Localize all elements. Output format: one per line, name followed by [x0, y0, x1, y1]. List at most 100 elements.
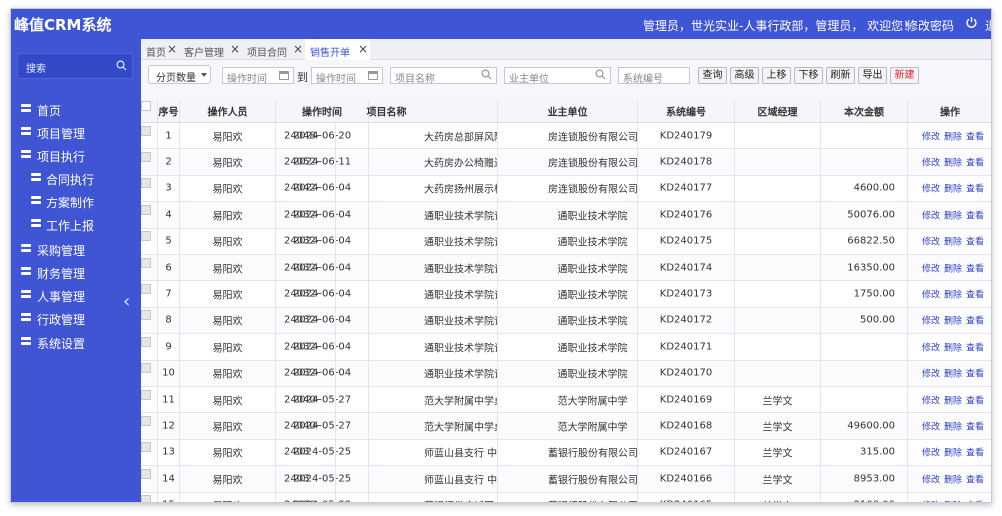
delete-link[interactable]: 删除	[944, 288, 962, 301]
delete-link[interactable]: 删除	[944, 499, 962, 503]
sidebar-item-1[interactable]: 项目管理	[11, 122, 141, 142]
view-link[interactable]: 查看	[966, 208, 984, 221]
row-checkbox[interactable]	[141, 257, 151, 268]
row-checkbox[interactable]	[141, 495, 151, 502]
tab-1[interactable]: 客户管理 ×	[179, 39, 242, 60]
delete-link[interactable]: 删除	[944, 208, 962, 221]
row-checkbox[interactable]	[141, 468, 151, 479]
row-checkbox[interactable]	[141, 284, 151, 295]
edit-link[interactable]: 修改	[922, 129, 940, 142]
sidebar-item-0[interactable]: 首页	[11, 99, 141, 119]
table-row[interactable]: 1易阳欢2024-06-2024048-大药房总部屏风隔老百房连锁股份有限公司K…	[141, 123, 991, 150]
edit-link[interactable]: 修改	[922, 314, 940, 327]
delete-link[interactable]: 删除	[944, 393, 962, 406]
sidebar-item-7[interactable]: 财务管理	[11, 262, 141, 282]
row-checkbox[interactable]	[141, 310, 151, 321]
delete-link[interactable]: 删除	[944, 420, 962, 433]
close-icon[interactable]: ×	[167, 42, 177, 56]
view-link[interactable]: 查看	[966, 472, 984, 485]
view-link[interactable]: 查看	[966, 446, 984, 459]
page-size-select[interactable]: 分页数量	[148, 65, 211, 84]
toolbar-button-3[interactable]: 下移	[794, 67, 823, 84]
table-row[interactable]: 8 易阳欢 2024-06-04 24032- 通职业技术学院记 通职业技术学院 KD240…	[141, 307, 991, 335]
table-row[interactable]: 13易阳欢2024-05-252403师蓝山县支行 中国蓄银行股份有限公司KD2…	[141, 439, 991, 467]
delete-link[interactable]: 删除	[944, 182, 962, 195]
table-row[interactable]: 10 易阳欢 2024-06-04 24032- 通职业技术学院记 通职业技术学院 KD24…	[141, 360, 991, 387]
table-row[interactable]: 15易阳欢2024-05-2224020-蓄银行娄底城区支中国蓄银行股份有限公司…	[141, 492, 991, 503]
row-checkbox[interactable]	[141, 231, 151, 242]
sidebar-search[interactable]: 搜索	[17, 53, 133, 79]
sidebar-item-4[interactable]: 方案制作	[11, 191, 141, 211]
close-icon[interactable]: ×	[293, 42, 303, 56]
row-checkbox[interactable]	[141, 178, 151, 189]
table-row[interactable]: 6 易阳欢 2024-06-04 24032- 通职业技术学院记 通职业技术学院 KD240…	[141, 255, 991, 282]
view-link[interactable]: 查看	[966, 499, 984, 503]
close-icon[interactable]: ×	[230, 42, 240, 56]
toolbar-button-0[interactable]: 查询	[698, 67, 727, 84]
view-link[interactable]: 查看	[966, 129, 984, 142]
edit-link[interactable]: 修改	[922, 340, 940, 353]
toolbar-button-4[interactable]: 刷新	[826, 67, 855, 84]
toolbar-button-5[interactable]: 导出	[858, 67, 887, 84]
edit-link[interactable]: 修改	[922, 446, 940, 459]
delete-link[interactable]: 删除	[944, 340, 962, 353]
row-checkbox[interactable]	[141, 416, 151, 427]
power-icon[interactable]	[965, 16, 978, 32]
delete-link[interactable]: 删除	[944, 235, 962, 248]
row-checkbox[interactable]	[141, 125, 151, 136]
table-row[interactable]: 5 易阳欢 2024-06-04 24032- 通职业技术学院记 通职业技术学院 KD240…	[141, 228, 991, 255]
search-icon[interactable]	[116, 60, 127, 74]
delete-link[interactable]: 删除	[944, 446, 962, 459]
edit-link[interactable]: 修改	[922, 156, 940, 169]
view-link[interactable]: 查看	[966, 420, 984, 433]
table-row[interactable]: 4 易阳欢 2024-06-04 24032- 通职业技术学院记 通职业技术学院 KD240…	[141, 202, 991, 229]
table-row[interactable]: 12 易阳欢 2024-05-27 24040- 范大学附属中学桌 范大学附属中学 KD24…	[141, 413, 991, 440]
sidebar-item-5[interactable]: 工作上报	[11, 214, 141, 234]
tab-3[interactable]: 销售开单 ×	[305, 39, 370, 60]
delete-link[interactable]: 删除	[944, 261, 962, 274]
edit-link[interactable]: 修改	[922, 420, 940, 433]
system-code-input[interactable]: 系统编号	[618, 67, 690, 85]
tab-2[interactable]: 项目合同 ×	[242, 39, 305, 60]
view-link[interactable]: 查看	[966, 261, 984, 274]
sidebar-item-8[interactable]: 人事管理	[11, 285, 141, 305]
toolbar-button-6[interactable]: 新建	[890, 67, 919, 84]
row-checkbox[interactable]	[141, 389, 151, 400]
delete-link[interactable]: 删除	[944, 367, 962, 380]
start-time-input[interactable]: 操作时间	[222, 67, 294, 85]
edit-link[interactable]: 修改	[922, 182, 940, 195]
edit-link[interactable]: 修改	[922, 261, 940, 274]
toolbar-button-2[interactable]: 上移	[762, 67, 791, 84]
row-checkbox[interactable]	[141, 152, 151, 163]
row-checkbox[interactable]	[141, 204, 151, 215]
view-link[interactable]: 查看	[966, 182, 984, 195]
row-checkbox[interactable]	[141, 363, 151, 374]
table-row[interactable]: 11 易阳欢 2024-05-27 24040- 范大学附属中学桌 范大学附属中学 KD24…	[141, 387, 991, 414]
delete-link[interactable]: 删除	[944, 314, 962, 327]
delete-link[interactable]: 删除	[944, 472, 962, 485]
table-row[interactable]: 2易阳欢2024-06-1124052-大药房办公椅赠送老百房连锁股份有限公司K…	[141, 149, 991, 176]
project-name-input[interactable]: 项目名称	[390, 67, 497, 85]
edit-link[interactable]: 修改	[922, 367, 940, 380]
tab-0[interactable]: 首页 ×	[141, 39, 179, 60]
select-all-checkbox[interactable]	[141, 101, 151, 111]
toolbar-button-1[interactable]: 高级	[730, 67, 759, 84]
sidebar-item-6[interactable]: 采购管理	[11, 239, 141, 259]
owner-unit-input[interactable]: 业主单位	[504, 67, 611, 85]
row-checkbox[interactable]	[141, 336, 151, 347]
table-row[interactable]: 7 易阳欢 2024-06-04 24032- 通职业技术学院记 通职业技术学院 KD240…	[141, 281, 991, 308]
table-row[interactable]: 14易阳欢2024-05-252403师蓝山县支行 中国蓄银行股份有限公司KD2…	[141, 466, 991, 493]
delete-link[interactable]: 删除	[944, 156, 962, 169]
edit-link[interactable]: 修改	[922, 288, 940, 301]
sidebar-item-2[interactable]: 项目执行	[11, 145, 141, 165]
sidebar-item-9[interactable]: 行政管理	[11, 308, 141, 328]
view-link[interactable]: 查看	[966, 235, 984, 248]
delete-link[interactable]: 删除	[944, 129, 962, 142]
logout-link[interactable]: 退	[985, 17, 991, 34]
view-link[interactable]: 查看	[966, 367, 984, 380]
sidebar-item-10[interactable]: 系统设置	[11, 332, 141, 352]
end-time-input[interactable]: 操作时间	[311, 67, 383, 85]
edit-link[interactable]: 修改	[922, 499, 940, 503]
collapse-sidebar-icon[interactable]: ‹	[123, 291, 130, 312]
close-icon[interactable]: ×	[358, 42, 368, 56]
